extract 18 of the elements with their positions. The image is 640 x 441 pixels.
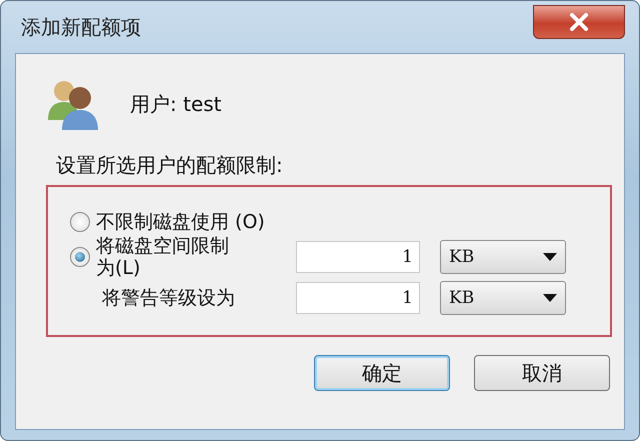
close-icon xyxy=(569,13,589,31)
radio-button[interactable] xyxy=(70,212,90,232)
dialog-button[interactable]: 取消 xyxy=(474,355,610,391)
caret-icon xyxy=(543,294,557,302)
radio-label[interactable]: 不限制磁盘使用 (O) xyxy=(96,211,296,233)
unit-dropdown[interactable]: KB xyxy=(440,281,566,315)
unit-dropdown[interactable]: KB xyxy=(440,240,566,274)
radio-label[interactable]: 将磁盘空间限制为(L) xyxy=(96,235,246,279)
warning-level-label: 将警告等级设为 xyxy=(102,287,235,309)
quota-input[interactable]: 1 xyxy=(296,282,420,314)
quota-label: 设置所选用户的配额限制: xyxy=(56,152,284,179)
window-title: 添加新配额项 xyxy=(20,14,141,40)
quota-input[interactable]: 1 xyxy=(296,241,420,273)
close-button[interactable] xyxy=(533,5,625,39)
caret-icon xyxy=(543,253,557,261)
user-label: 用户: test xyxy=(130,90,222,118)
radio-button[interactable] xyxy=(70,247,90,267)
dialog-button[interactable]: 确定 xyxy=(314,355,450,391)
